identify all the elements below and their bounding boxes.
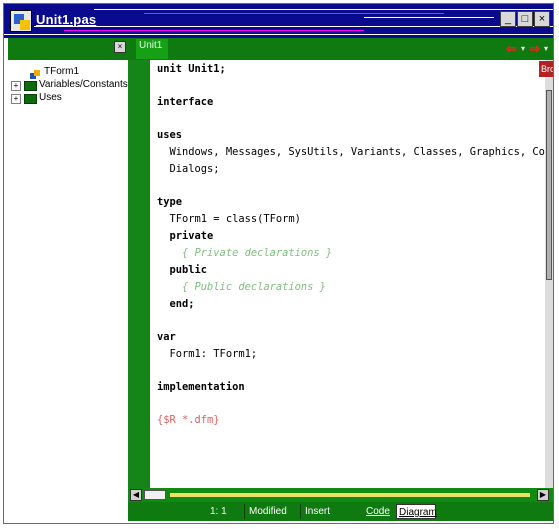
code-line: Windows, Messages, SysUtils, Variants, C… <box>157 146 545 158</box>
folder-icon <box>24 81 37 91</box>
editor-tabstrip: Unit1 ⇐ ▾ ⇒ ▾ <box>128 38 553 60</box>
scroll-right-icon[interactable]: ▶ <box>537 489 549 501</box>
horizontal-scrollbar[interactable]: ◀ ▶ <box>128 488 553 502</box>
code-line: type <box>157 196 183 208</box>
close-icon[interactable]: × <box>534 11 550 27</box>
status-divider <box>244 504 245 519</box>
code-line: Form1: TForm1; <box>157 348 258 360</box>
code-line: private <box>157 230 214 242</box>
scroll-track[interactable] <box>170 493 530 497</box>
close-icon[interactable]: × <box>114 41 126 53</box>
code-line: implementation <box>157 381 245 393</box>
tree-item-variables[interactable]: Variables/Constants <box>39 79 128 91</box>
code-line: uses <box>157 129 183 141</box>
tab-diagram[interactable]: Diagram <box>396 504 437 519</box>
code-line: var <box>157 331 176 343</box>
modified-indicator: Modified <box>249 506 287 517</box>
folder-icon <box>24 94 37 104</box>
title-stripe <box>34 26 553 27</box>
code-explorer: × TForm1 + Variables/Constants + Uses <box>8 38 129 521</box>
minimize-icon[interactable]: _ <box>500 11 516 27</box>
cursor-position: 1: 1 <box>210 506 227 517</box>
maximize-icon[interactable]: □ <box>517 11 533 27</box>
status-divider <box>300 504 301 519</box>
dropdown-icon[interactable]: ▾ <box>521 44 525 53</box>
expand-icon[interactable]: + <box>11 94 21 104</box>
title-stripe <box>144 13 444 14</box>
title-stripe <box>364 17 494 18</box>
scroll-left-icon[interactable]: ◀ <box>130 489 142 501</box>
code-line: { Public declarations } <box>157 281 326 293</box>
code-line: Dialogs; <box>157 163 220 175</box>
code-editor[interactable]: unit Unit1; interface uses Windows, Mess… <box>150 60 545 488</box>
title-stripe <box>4 34 553 35</box>
scroll-thumb[interactable] <box>144 490 166 500</box>
title-bar[interactable]: Unit1.pas _ □ × <box>4 4 553 38</box>
browse-button[interactable]: Brows <box>539 61 553 77</box>
code-line: TForm1 = class(TForm) <box>157 213 301 225</box>
dropdown-icon[interactable]: ▾ <box>544 44 548 53</box>
app-icon[interactable] <box>10 10 32 32</box>
tab-unit1[interactable]: Unit1 <box>136 39 168 59</box>
code-explorer-header: × <box>8 38 128 60</box>
expand-icon[interactable]: + <box>11 81 21 91</box>
tree-item-uses[interactable]: Uses <box>39 92 62 104</box>
tree-item-tform1[interactable]: TForm1 <box>44 66 79 78</box>
window-title: Unit1.pas <box>36 12 97 27</box>
code-line: {$R *.dfm} <box>157 414 220 426</box>
form-icon <box>30 67 40 79</box>
tab-code[interactable]: Code <box>366 504 394 519</box>
code-line: end; <box>157 298 195 310</box>
editor-gutter <box>128 60 150 488</box>
title-stripe <box>64 30 364 31</box>
back-arrow-icon[interactable]: ⇐ <box>506 41 517 57</box>
title-stripe <box>94 9 553 10</box>
forward-arrow-icon[interactable]: ⇒ <box>529 41 540 57</box>
status-bar: 1: 1 Modified Insert Code Diagram <box>128 502 553 521</box>
code-line: unit Unit1; <box>157 63 226 75</box>
code-line: interface <box>157 96 214 108</box>
insert-mode: Insert <box>305 506 331 517</box>
code-line: public <box>157 264 208 276</box>
ide-window: Unit1.pas _ □ × × TForm1 + Variables/Con… <box>3 3 554 524</box>
scroll-thumb[interactable] <box>546 90 552 280</box>
vertical-scrollbar[interactable] <box>545 60 553 488</box>
code-line: { Private declarations } <box>157 247 333 259</box>
